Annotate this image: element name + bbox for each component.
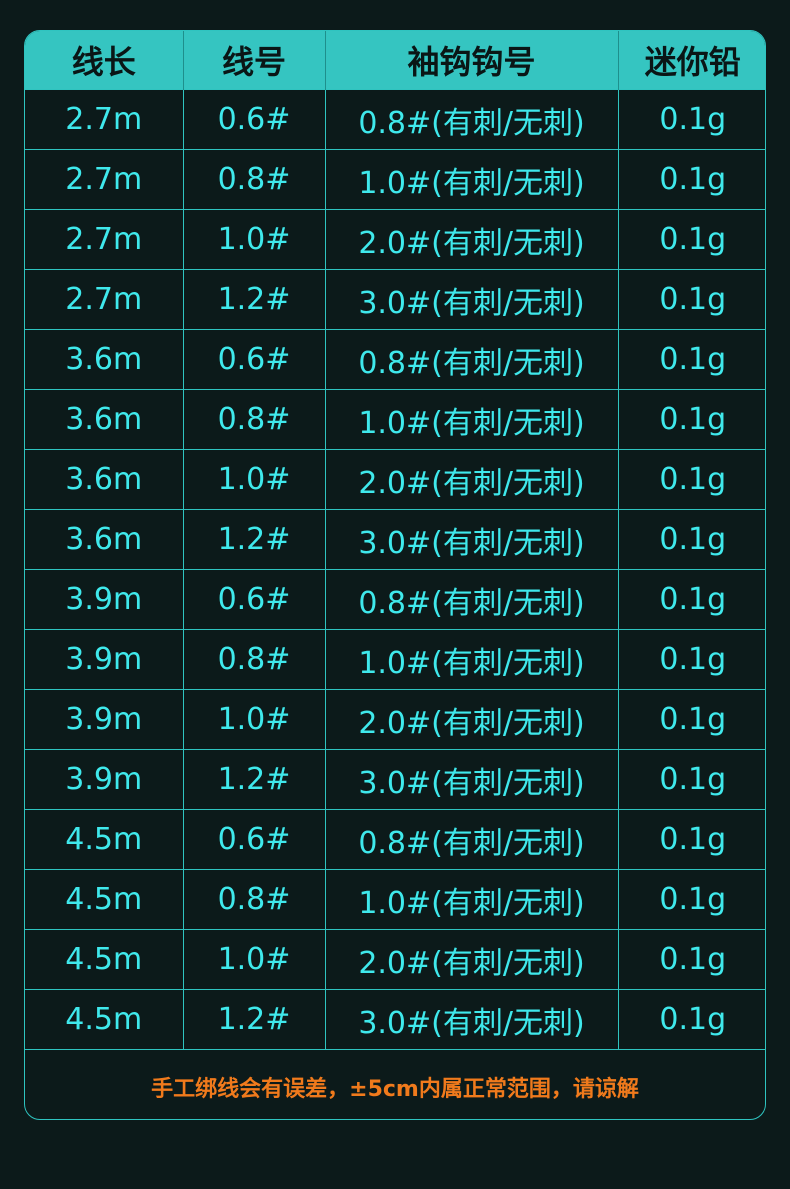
cell-mini-sinker: 0.1g <box>618 629 765 690</box>
cell-mini-sinker: 0.1g <box>618 389 765 450</box>
tolerance-note: 手工绑线会有误差，±5cm内属正常范围，请谅解 <box>25 1049 765 1119</box>
header-hook-size: 袖钩钩号 <box>325 31 619 90</box>
table-row: 3.6m 1.2# 3.0#(有刺/无刺) 0.1g <box>25 509 765 570</box>
cell-line-number: 0.8# <box>183 149 326 210</box>
cell-line-number: 1.2# <box>183 989 326 1049</box>
cell-hook-size: 3.0#(有刺/无刺) <box>325 749 619 810</box>
cell-mini-sinker: 0.1g <box>618 689 765 750</box>
header-line-length: 线长 <box>25 31 184 90</box>
cell-mini-sinker: 0.1g <box>618 929 765 990</box>
cell-hook-size: 1.0#(有刺/无刺) <box>325 389 619 450</box>
cell-line-number: 1.0# <box>183 449 326 510</box>
table-row: 3.6m 0.8# 1.0#(有刺/无刺) 0.1g <box>25 389 765 450</box>
cell-mini-sinker: 0.1g <box>618 329 765 390</box>
table-row: 2.7m 1.0# 2.0#(有刺/无刺) 0.1g <box>25 209 765 270</box>
cell-line-length: 3.6m <box>25 509 184 570</box>
table-row: 3.6m 0.6# 0.8#(有刺/无刺) 0.1g <box>25 329 765 390</box>
cell-line-length: 2.7m <box>25 149 184 210</box>
table-row: 3.9m 0.8# 1.0#(有刺/无刺) 0.1g <box>25 629 765 690</box>
cell-line-number: 0.6# <box>183 809 326 870</box>
cell-mini-sinker: 0.1g <box>618 989 765 1049</box>
cell-line-length: 3.9m <box>25 749 184 810</box>
table-body: 2.7m 0.6# 0.8#(有刺/无刺) 0.1g 2.7m 0.8# 1.0#(有刺/无… <box>25 89 765 1049</box>
table-row: 3.9m 0.6# 0.8#(有刺/无刺) 0.1g <box>25 569 765 630</box>
cell-hook-size: 3.0#(有刺/无刺) <box>325 989 619 1049</box>
cell-mini-sinker: 0.1g <box>618 509 765 570</box>
cell-mini-sinker: 0.1g <box>618 809 765 870</box>
cell-line-number: 1.2# <box>183 509 326 570</box>
cell-line-length: 4.5m <box>25 809 184 870</box>
cell-line-length: 3.6m <box>25 389 184 450</box>
cell-mini-sinker: 0.1g <box>618 569 765 630</box>
header-line-number: 线号 <box>183 31 326 90</box>
spec-table-card: 线长 线号 袖钩钩号 迷你铅 2.7m 0.6# 0.8#(有刺/无刺) 0.1g 2.… <box>24 30 766 1120</box>
cell-hook-size: 1.0#(有刺/无刺) <box>325 149 619 210</box>
cell-mini-sinker: 0.1g <box>618 749 765 810</box>
cell-line-number: 0.6# <box>183 329 326 390</box>
cell-line-length: 2.7m <box>25 89 184 150</box>
cell-line-number: 1.0# <box>183 929 326 990</box>
cell-line-number: 0.6# <box>183 89 326 150</box>
cell-line-length: 3.9m <box>25 629 184 690</box>
cell-hook-size: 0.8#(有刺/无刺) <box>325 569 619 630</box>
cell-line-number: 0.6# <box>183 569 326 630</box>
cell-hook-size: 3.0#(有刺/无刺) <box>325 509 619 570</box>
cell-line-number: 0.8# <box>183 869 326 930</box>
cell-hook-size: 0.8#(有刺/无刺) <box>325 89 619 150</box>
cell-line-length: 4.5m <box>25 929 184 990</box>
cell-line-length: 3.6m <box>25 449 184 510</box>
cell-mini-sinker: 0.1g <box>618 869 765 930</box>
cell-hook-size: 3.0#(有刺/无刺) <box>325 269 619 330</box>
cell-line-number: 0.8# <box>183 629 326 690</box>
cell-line-number: 1.2# <box>183 749 326 810</box>
table-row: 4.5m 0.8# 1.0#(有刺/无刺) 0.1g <box>25 869 765 930</box>
header-mini-sinker: 迷你铅 <box>618 31 765 90</box>
cell-hook-size: 2.0#(有刺/无刺) <box>325 209 619 270</box>
cell-hook-size: 0.8#(有刺/无刺) <box>325 329 619 390</box>
table-row: 3.6m 1.0# 2.0#(有刺/无刺) 0.1g <box>25 449 765 510</box>
cell-hook-size: 1.0#(有刺/无刺) <box>325 869 619 930</box>
cell-mini-sinker: 0.1g <box>618 209 765 270</box>
cell-line-length: 2.7m <box>25 209 184 270</box>
cell-line-number: 1.2# <box>183 269 326 330</box>
cell-line-length: 3.6m <box>25 329 184 390</box>
cell-mini-sinker: 0.1g <box>618 149 765 210</box>
cell-line-length: 4.5m <box>25 869 184 930</box>
table-row: 3.9m 1.0# 2.0#(有刺/无刺) 0.1g <box>25 689 765 750</box>
cell-line-number: 0.8# <box>183 389 326 450</box>
cell-line-number: 1.0# <box>183 209 326 270</box>
cell-line-length: 3.9m <box>25 569 184 630</box>
cell-line-length: 3.9m <box>25 689 184 750</box>
table-row: 2.7m 0.8# 1.0#(有刺/无刺) 0.1g <box>25 149 765 210</box>
table-row: 2.7m 0.6# 0.8#(有刺/无刺) 0.1g <box>25 89 765 150</box>
cell-line-number: 1.0# <box>183 689 326 750</box>
cell-mini-sinker: 0.1g <box>618 449 765 510</box>
table-row: 4.5m 0.6# 0.8#(有刺/无刺) 0.1g <box>25 809 765 870</box>
cell-hook-size: 2.0#(有刺/无刺) <box>325 689 619 750</box>
cell-mini-sinker: 0.1g <box>618 269 765 330</box>
table-row: 3.9m 1.2# 3.0#(有刺/无刺) 0.1g <box>25 749 765 810</box>
cell-hook-size: 0.8#(有刺/无刺) <box>325 809 619 870</box>
table-row: 2.7m 1.2# 3.0#(有刺/无刺) 0.1g <box>25 269 765 330</box>
cell-hook-size: 2.0#(有刺/无刺) <box>325 449 619 510</box>
cell-line-length: 2.7m <box>25 269 184 330</box>
spec-table: 线长 线号 袖钩钩号 迷你铅 2.7m 0.6# 0.8#(有刺/无刺) 0.1g 2.… <box>25 31 765 1049</box>
table-row: 4.5m 1.2# 3.0#(有刺/无刺) 0.1g <box>25 989 765 1049</box>
cell-hook-size: 2.0#(有刺/无刺) <box>325 929 619 990</box>
cell-mini-sinker: 0.1g <box>618 89 765 150</box>
cell-hook-size: 1.0#(有刺/无刺) <box>325 629 619 690</box>
cell-line-length: 4.5m <box>25 989 184 1049</box>
table-row: 4.5m 1.0# 2.0#(有刺/无刺) 0.1g <box>25 929 765 990</box>
table-header-row: 线长 线号 袖钩钩号 迷你铅 <box>25 31 765 90</box>
